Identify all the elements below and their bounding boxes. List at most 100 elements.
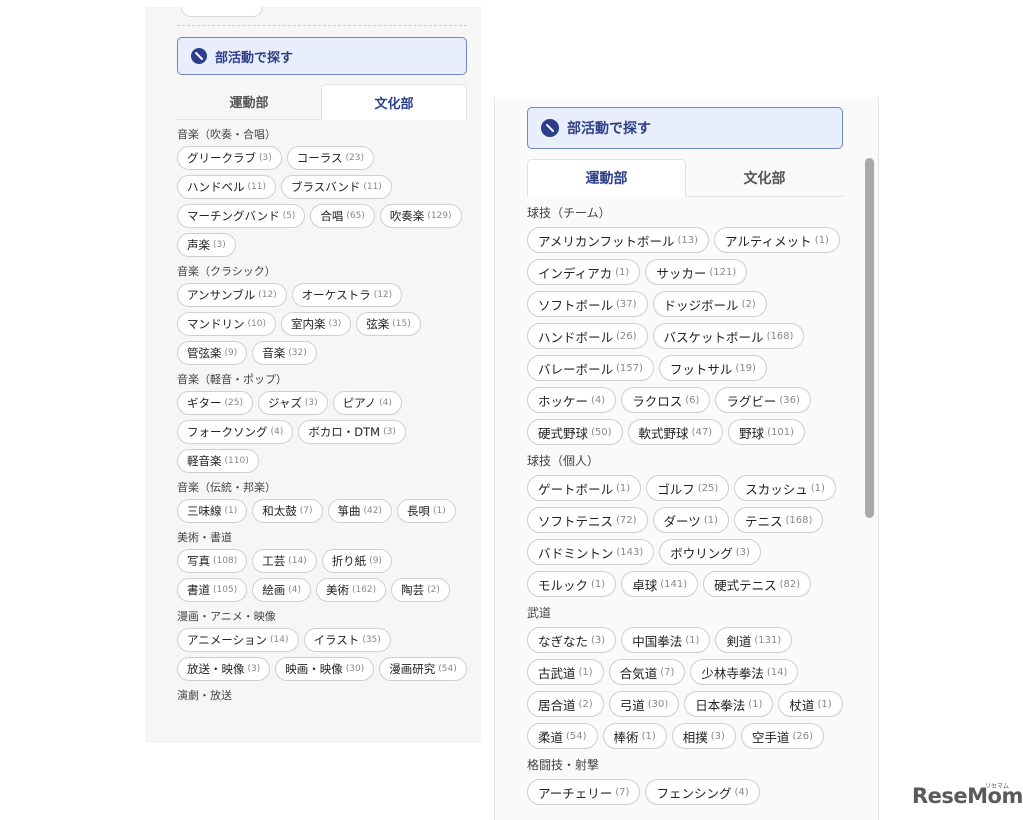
club-count: (3) [383, 427, 396, 437]
club-chip[interactable]: 硬式野球 (50) [527, 419, 623, 445]
club-chip[interactable]: ジャズ (3) [257, 391, 328, 415]
club-chip[interactable]: 和太鼓 (7) [252, 499, 323, 523]
club-chip[interactable]: ソフトボール (37) [527, 291, 648, 317]
club-chip[interactable]: 少林寺拳法 (14) [690, 659, 799, 685]
club-chip[interactable]: 合気道 (7) [608, 659, 686, 685]
club-chip[interactable]: フォークソング (4) [177, 420, 294, 444]
club-chip[interactable]: サッカー (121) [645, 259, 748, 285]
club-chip[interactable]: スカッシュ (1) [734, 475, 836, 501]
club-chip[interactable]: 声楽 (3) [177, 233, 236, 257]
club-chip[interactable]: 管弦楽 (9) [177, 341, 248, 365]
club-chip[interactable]: 映画・映像 (30) [275, 657, 375, 681]
club-search-button[interactable]: 部活動で探す [177, 37, 467, 75]
club-chip[interactable]: ダーツ (1) [652, 507, 729, 533]
club-chip[interactable]: アーチェリー (7) [527, 779, 641, 805]
club-chip[interactable]: マンドリン (10) [177, 312, 276, 336]
club-chip[interactable]: 放送・映像 (3) [177, 657, 271, 681]
club-chip[interactable]: 陶芸 (2) [391, 578, 450, 602]
club-chip[interactable]: ホッケー (4) [527, 387, 617, 413]
club-chip[interactable]: モルック (1) [527, 571, 617, 597]
club-chip[interactable]: ボウリング (3) [659, 539, 761, 565]
club-chip[interactable]: 弓道 (30) [608, 691, 680, 717]
club-chip[interactable]: 合唱 (65) [310, 204, 375, 228]
club-name: 折り紙 [331, 554, 367, 568]
club-chip[interactable]: ボカロ・DTM (3) [298, 420, 406, 444]
club-chip[interactable]: ギター (25) [177, 391, 253, 415]
club-chip[interactable]: ラグビー (36) [715, 387, 811, 413]
club-chip[interactable]: 三味線 (1) [177, 499, 248, 523]
chip-group: グリークラブ (3) コーラス (23) ハンドベル (11) ブラスバンド (11) マーチン… [177, 146, 467, 257]
club-chip[interactable]: ゲートボール (1) [527, 475, 642, 501]
club-chip[interactable]: ドッジボール (2) [652, 291, 767, 317]
tab-sports[interactable]: 運動部 [527, 159, 686, 197]
tab-sports[interactable]: 運動部 [177, 84, 321, 119]
club-chip[interactable]: バドミントン (143) [527, 539, 655, 565]
club-chip[interactable]: ピアノ (4) [332, 391, 402, 415]
club-chip[interactable]: アニメーション (14) [177, 628, 299, 652]
club-count: (7) [615, 786, 630, 798]
tab-culture[interactable]: 文化部 [321, 84, 467, 120]
scrollbar-thumb[interactable] [865, 158, 874, 518]
club-search-button[interactable]: 部活動で探す [527, 107, 843, 149]
club-chip[interactable]: 日本拳法 (1) [684, 691, 774, 717]
club-chip[interactable]: コーラス (23) [286, 146, 375, 170]
club-chip[interactable]: 音楽 (32) [252, 341, 317, 365]
club-chip[interactable]: ブラスバンド (11) [280, 175, 392, 199]
club-chip[interactable]: 棒術 (1) [602, 723, 667, 749]
club-chip[interactable]: アメリカンフットボール (13) [527, 227, 710, 253]
club-chip[interactable]: テニス (168) [733, 507, 824, 533]
club-chip[interactable]: 柔道 (54) [527, 723, 598, 749]
right-panel-content: 部活動で探す 運動部 文化部 球技（チーム） アメリカンフットボール (13) アルテ… [527, 107, 843, 805]
club-chip[interactable]: アルティメット (1) [714, 227, 840, 253]
club-chip[interactable]: 相撲 (3) [671, 723, 736, 749]
club-chip[interactable]: なぎなた (3) [527, 627, 617, 653]
club-count: (32) [288, 348, 307, 358]
club-count: (30) [345, 664, 365, 674]
chip-group: 三味線 (1) 和太鼓 (7) 箏曲 (42) 長唄 (1) [177, 499, 467, 523]
club-chip[interactable]: オーケストラ (12) [291, 283, 403, 307]
club-chip[interactable]: バスケットボール (168) [652, 323, 805, 349]
club-chip[interactable]: 工芸 (14) [252, 549, 317, 573]
club-chip[interactable]: 漫画研究 (54) [379, 657, 467, 681]
club-count: (23) [345, 153, 365, 163]
club-chip[interactable]: 硬式テニス (82) [703, 571, 812, 597]
club-chip[interactable]: イラスト (35) [303, 628, 391, 652]
club-chip[interactable]: フェンシング (4) [645, 779, 760, 805]
club-chip[interactable]: 卓球 (141) [621, 571, 699, 597]
tab-culture[interactable]: 文化部 [686, 159, 843, 196]
club-chip[interactable]: ハンドボール (26) [527, 323, 648, 349]
club-chip[interactable]: 長唄 (1) [396, 499, 456, 523]
club-chip[interactable]: 絵画 (4) [252, 578, 311, 602]
club-chip[interactable]: ゴルフ (25) [646, 475, 730, 501]
club-chip[interactable]: グリークラブ (3) [177, 146, 282, 170]
club-chip[interactable]: 軟式野球 (47) [627, 419, 724, 445]
club-chip[interactable]: 室内楽 (3) [280, 312, 352, 336]
club-chip[interactable]: マーチングバンド (5) [177, 204, 306, 228]
club-chip[interactable]: 杖道 (1) [778, 691, 843, 717]
club-chip[interactable]: 書道 (105) [177, 578, 248, 602]
club-chip[interactable]: 古武道 (1) [527, 659, 604, 685]
club-chip[interactable]: 剣道 (131) [715, 627, 793, 653]
club-count: (7) [660, 666, 675, 678]
club-chip[interactable]: フットサル (19) [658, 355, 767, 381]
club-chip[interactable]: インディアカ (1) [527, 259, 641, 285]
club-name: アルティメット [725, 233, 812, 249]
club-chip[interactable]: 箏曲 (42) [327, 499, 392, 523]
club-chip[interactable]: 折り紙 (9) [321, 549, 392, 573]
club-chip[interactable]: アンサンブル (12) [177, 283, 287, 307]
club-chip[interactable]: ハンドベル (11) [177, 175, 276, 199]
club-chip[interactable]: 野球 (101) [728, 419, 805, 445]
club-chip[interactable]: 中国拳法 (1) [621, 627, 711, 653]
club-chip[interactable]: 弦楽 (15) [356, 312, 421, 336]
club-chip[interactable]: 居合道 (2) [527, 691, 604, 717]
club-chip[interactable]: バレーボール (157) [527, 355, 654, 381]
club-chip[interactable]: 軽音楽 (110) [177, 449, 259, 473]
club-chip[interactable]: ソフトテニス (72) [527, 507, 648, 533]
club-chip[interactable]: 空手道 (26) [740, 723, 824, 749]
club-chip[interactable]: ラクロス (6) [621, 387, 711, 413]
club-chip[interactable]: 吹奏楽 (129) [379, 204, 462, 228]
club-chip[interactable]: 写真 (108) [177, 549, 248, 573]
club-name: アンサンブル [187, 288, 256, 302]
club-chip[interactable]: 美術 (162) [315, 578, 387, 602]
club-count: (143) [616, 546, 644, 558]
